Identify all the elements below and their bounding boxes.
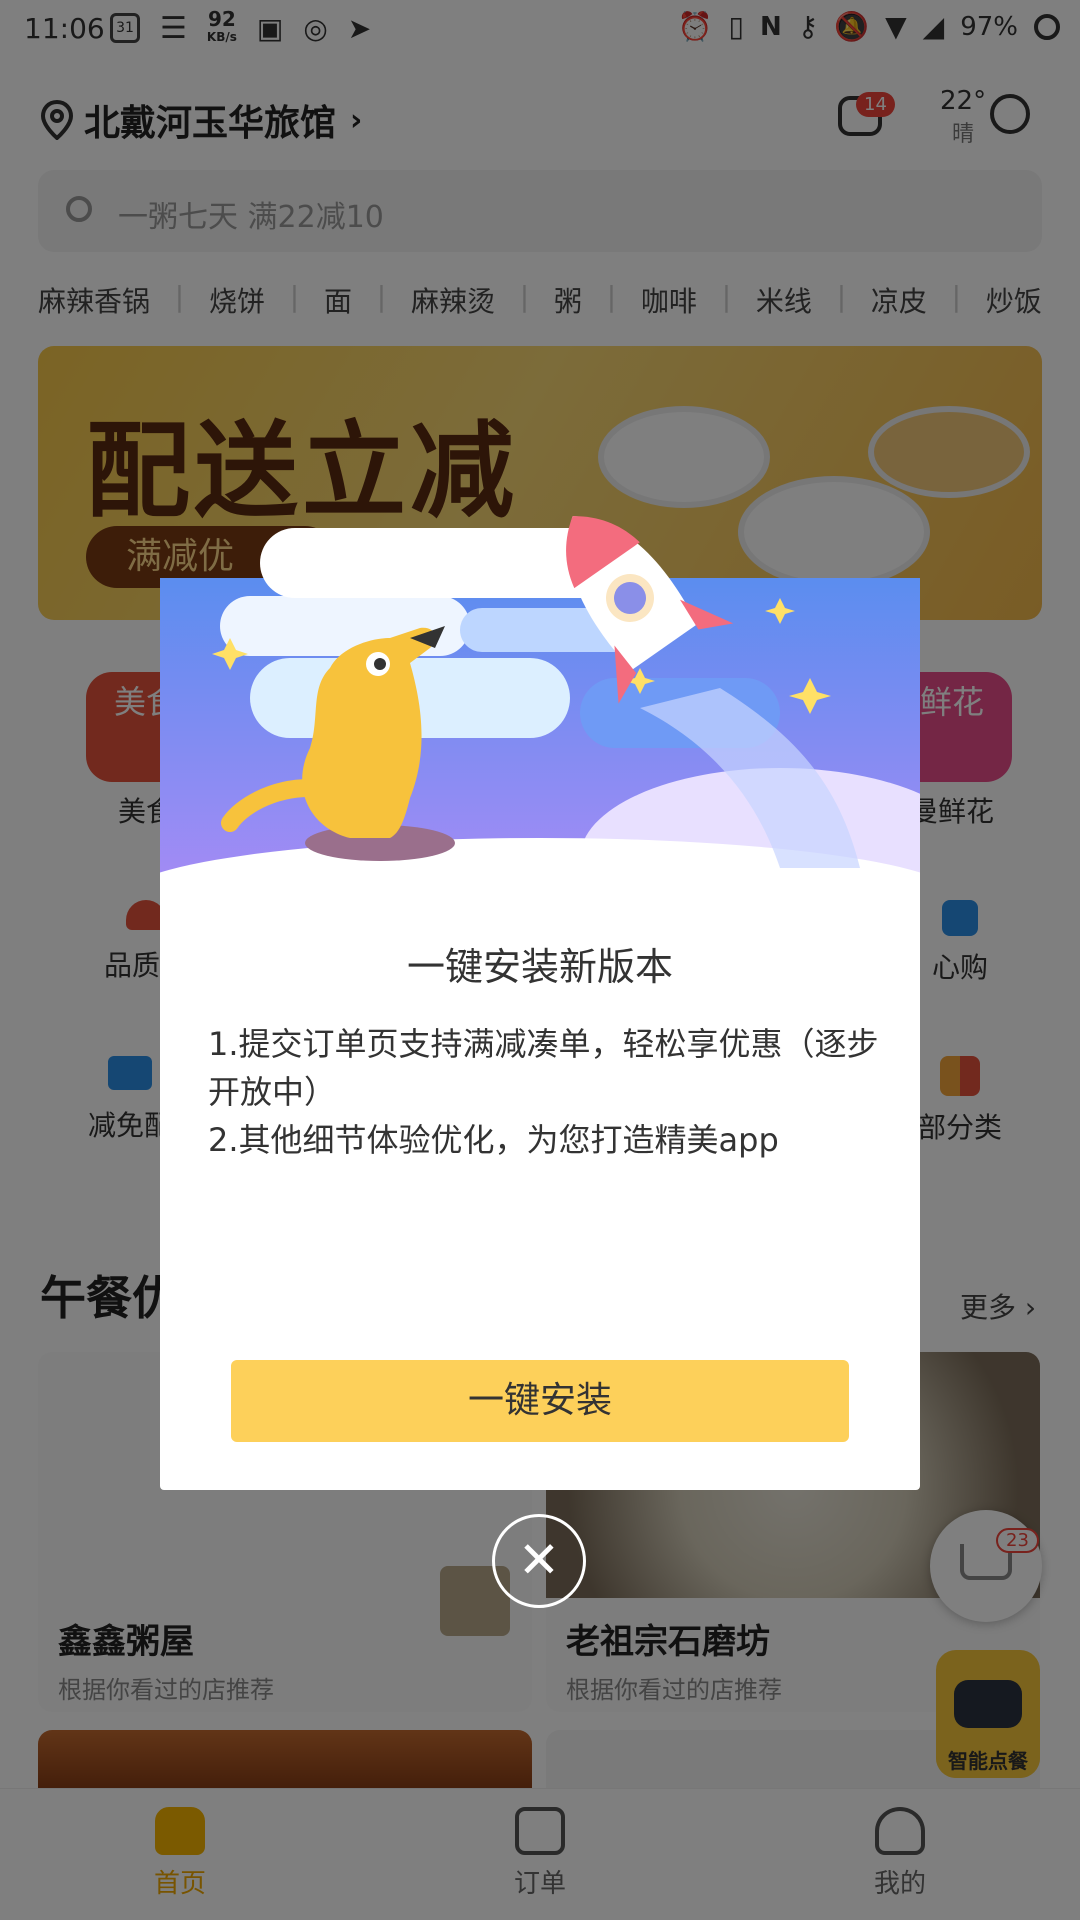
dialog-title: 一键安装新版本 [406,945,673,989]
update-hero-illustration [160,516,920,898]
install-button[interactable]: 一键安装 [231,1360,849,1442]
release-note-2: 2.其他细节体验优化，为您打造精美app [208,1121,779,1159]
dialog-body: 1.提交订单页支持满减凑单，轻松享优惠（逐步开放中） 2.其他细节体验优化，为您… [208,1020,884,1164]
close-icon[interactable]: ✕ [492,1514,586,1608]
release-note-1: 1.提交订单页支持满减凑单，轻松享优惠（逐步开放中） [208,1025,879,1111]
